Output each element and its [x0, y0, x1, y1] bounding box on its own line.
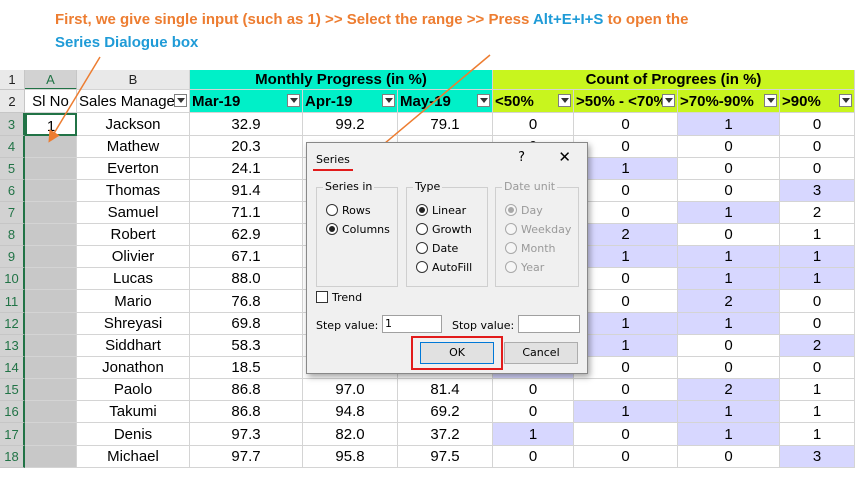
stop-value-input[interactable] — [518, 315, 580, 333]
radio-weekday-label: Weekday — [521, 223, 572, 236]
arrow-to-cell-a3 — [48, 56, 101, 143]
radio-weekday-indicator — [505, 223, 517, 235]
radio-rows-indicator — [326, 204, 338, 216]
arrow-to-dialog — [369, 54, 491, 156]
radio-autofill-label: AutoFill — [432, 261, 473, 274]
radio-weekday[interactable]: Weekday — [505, 223, 571, 236]
series-dialog: Series ? ✕ Series in Rows Columns Type L… — [306, 142, 588, 374]
radio-day-label: Day — [521, 204, 543, 217]
radio-month[interactable]: Month — [505, 242, 555, 255]
radio-growth-indicator — [416, 223, 428, 235]
radio-linear-label: Linear — [432, 204, 467, 217]
title-underline — [313, 169, 353, 171]
radio-rows-label: Rows — [342, 204, 371, 217]
ok-button-highlight — [411, 336, 503, 370]
close-icon[interactable]: ✕ — [558, 148, 571, 166]
series-in-group: Series in Rows Columns — [316, 180, 398, 287]
radio-autofill-indicator — [416, 261, 428, 273]
cancel-button[interactable]: Cancel — [504, 342, 578, 364]
radio-rows[interactable]: Rows — [326, 204, 371, 217]
radio-autofill[interactable]: AutoFill — [416, 261, 472, 274]
trend-checkbox[interactable]: Trend — [316, 291, 362, 304]
date-unit-group: Date unit Day Weekday Month Year — [495, 180, 579, 287]
radio-columns-indicator — [326, 223, 338, 235]
radio-year-label: Year — [521, 261, 545, 274]
radio-date[interactable]: Date — [416, 242, 458, 255]
radio-year-indicator — [505, 261, 517, 273]
radio-linear-indicator — [416, 204, 428, 216]
trend-checkbox-box — [316, 291, 328, 303]
radio-month-label: Month — [521, 242, 556, 255]
radio-date-label: Date — [432, 242, 459, 255]
radio-growth-label: Growth — [432, 223, 472, 236]
radio-year[interactable]: Year — [505, 261, 544, 274]
type-label: Type — [413, 180, 443, 193]
type-group: Type Linear Growth Date AutoFill — [406, 180, 488, 287]
step-value-input[interactable]: 1 — [382, 315, 442, 333]
radio-month-indicator — [505, 242, 517, 254]
date-unit-label: Date unit — [502, 180, 558, 193]
step-value-label: Step value: — [316, 319, 379, 332]
series-in-label: Series in — [323, 180, 375, 193]
radio-columns-label: Columns — [342, 223, 390, 236]
radio-date-indicator — [416, 242, 428, 254]
dialog-title: Series — [316, 153, 350, 166]
stop-value-label: Stop value: — [452, 319, 515, 332]
help-icon[interactable]: ? — [518, 150, 525, 165]
radio-growth[interactable]: Growth — [416, 223, 472, 236]
radio-day[interactable]: Day — [505, 204, 543, 217]
radio-columns[interactable]: Columns — [326, 223, 390, 236]
radio-day-indicator — [505, 204, 517, 216]
radio-linear[interactable]: Linear — [416, 204, 466, 217]
trend-label: Trend — [332, 291, 363, 304]
